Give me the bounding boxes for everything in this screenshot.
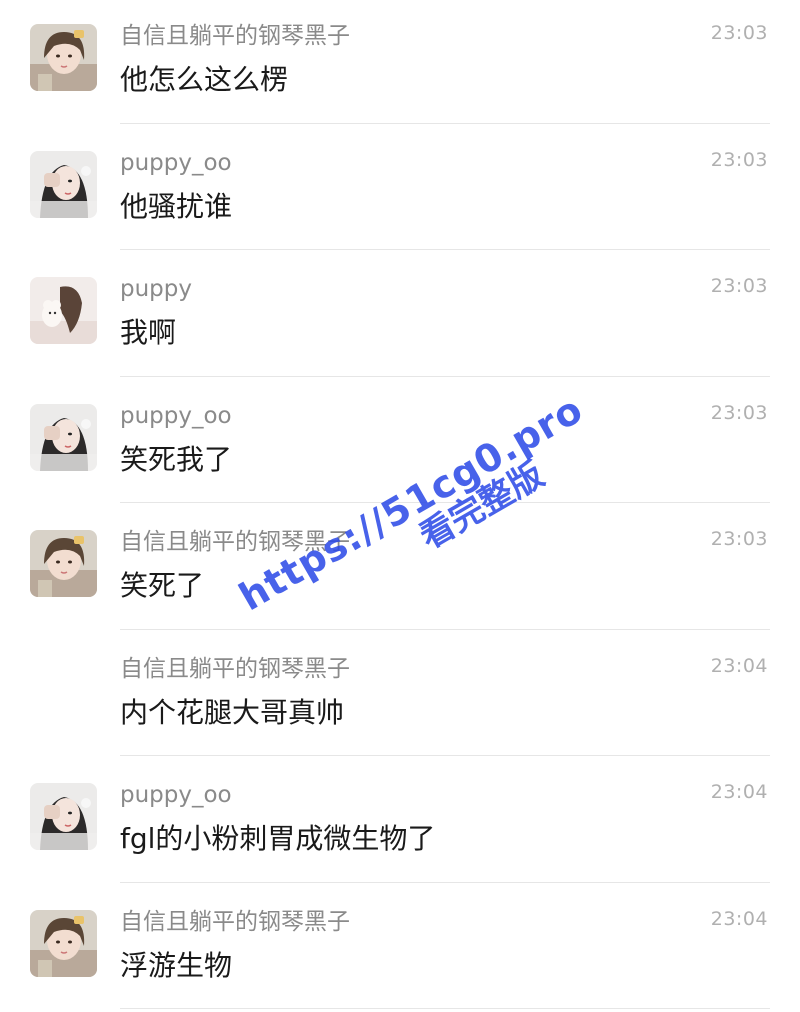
avatar[interactable] (30, 910, 97, 977)
message-text: 他怎么这么楞 (120, 60, 288, 100)
message-row[interactable]: puppy_oo 23:04 fgl的小粉刺胃成微生物了 (0, 759, 800, 886)
message-text: 他骚扰谁 (120, 187, 232, 227)
message-row[interactable]: 自信且躺平的钢琴黑子 23:03 笑死了 (0, 506, 800, 633)
divider (120, 882, 770, 883)
avatar-a-image (30, 24, 97, 91)
divider (120, 502, 770, 503)
sender-name: puppy (120, 273, 192, 305)
message-text: 笑死我了 (120, 440, 232, 480)
message-time: 23:04 (711, 778, 768, 806)
message-text: 我啊 (120, 313, 176, 353)
avatar[interactable] (30, 151, 97, 218)
sender-name: 自信且躺平的钢琴黑子 (120, 526, 350, 558)
message-text: 笑死了 (120, 566, 204, 606)
divider (120, 755, 770, 756)
message-row[interactable]: puppy_oo 23:03 他骚扰谁 (0, 127, 800, 254)
message-time: 23:03 (711, 525, 768, 553)
avatar-b-image (30, 404, 97, 471)
message-row[interactable]: 自信且躺平的钢琴黑子 23:04 浮游生物 (0, 886, 800, 1012)
sender-name: puppy_oo (120, 779, 232, 811)
message-time: 23:03 (711, 399, 768, 427)
message-text: 浮游生物 (120, 946, 232, 986)
avatar[interactable] (30, 783, 97, 850)
divider (120, 123, 770, 124)
avatar[interactable] (30, 404, 97, 471)
sender-name: puppy_oo (120, 147, 232, 179)
divider (120, 629, 770, 630)
sender-name: 自信且躺平的钢琴黑子 (120, 653, 350, 685)
message-time: 23:03 (711, 146, 768, 174)
message-time: 23:04 (711, 905, 768, 933)
avatar[interactable] (30, 530, 97, 597)
divider (120, 376, 770, 377)
avatar[interactable] (30, 24, 97, 91)
avatar-b-image (30, 783, 97, 850)
avatar[interactable] (30, 277, 97, 344)
sender-name: puppy_oo (120, 400, 232, 432)
message-row[interactable]: 自信且躺平的钢琴黑子 23:04 内个花腿大哥真帅 (0, 633, 800, 760)
chat-message-list: 自信且躺平的钢琴黑子 23:03 他怎么这么楞 puppy_oo 23:03 他… (0, 0, 800, 1012)
avatar-b-image (30, 151, 97, 218)
message-text: 内个花腿大哥真帅 (120, 693, 344, 733)
sender-name: 自信且躺平的钢琴黑子 (120, 20, 350, 52)
message-row[interactable]: puppy_oo 23:03 笑死我了 (0, 380, 800, 507)
message-time: 23:03 (711, 19, 768, 47)
avatar-a-image (30, 910, 97, 977)
avatar-a-image (30, 530, 97, 597)
sender-name: 自信且躺平的钢琴黑子 (120, 906, 350, 938)
message-row[interactable]: 自信且躺平的钢琴黑子 23:03 他怎么这么楞 (0, 0, 800, 127)
message-time: 23:03 (711, 272, 768, 300)
message-time: 23:04 (711, 652, 768, 680)
message-text: fgl的小粉刺胃成微生物了 (120, 819, 435, 859)
divider (120, 249, 770, 250)
message-row[interactable]: puppy 23:03 我啊 (0, 253, 800, 380)
avatar-c-image (30, 277, 97, 344)
